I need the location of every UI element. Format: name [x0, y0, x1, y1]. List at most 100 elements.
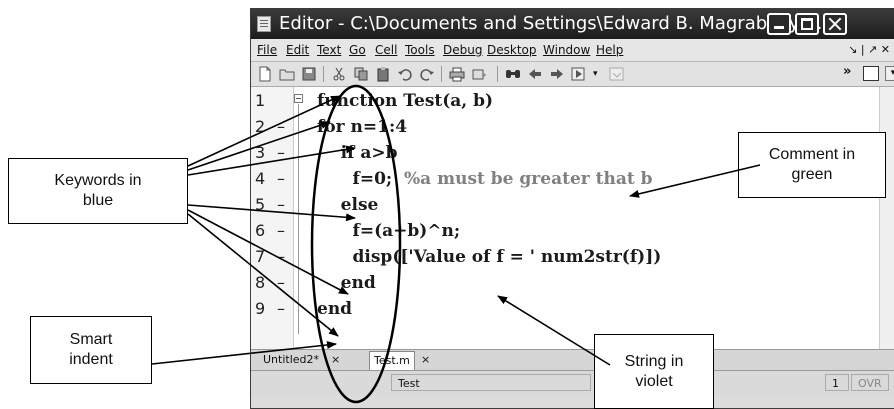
annotation-string: String in violet: [594, 334, 714, 409]
toolbar-separator: [497, 66, 498, 82]
line-number: 8: [255, 273, 266, 292]
code-line: f=0; %a must be greater that b: [317, 169, 653, 189]
code-text: else: [317, 195, 379, 215]
menu-edit[interactable]: Edit: [286, 39, 309, 61]
editor-window: Editor - C:\Documents and Settings\Edwar…: [250, 8, 894, 409]
annotation-line: violet: [635, 372, 673, 390]
code-line: end: [317, 299, 352, 319]
code-fold-toggle[interactable]: [294, 94, 303, 103]
code-editor[interactable]: 1 2 3 4 5 6 7 8 9 – – – – – – – – functi…: [251, 87, 894, 349]
breakpoint-marker[interactable]: –: [277, 247, 285, 266]
line-number: 1: [255, 91, 266, 110]
toolbar: ▾ » ▾: [251, 62, 894, 87]
annotation-smart-indent: Smart indent: [30, 316, 152, 384]
disabled-dropdown-icon: [609, 66, 625, 82]
status-overwrite-mode: OVR: [851, 374, 889, 391]
toolbar-separator: [441, 66, 442, 82]
code-line: end: [317, 273, 376, 293]
print-icon[interactable]: [449, 66, 465, 82]
annotation-line: indent: [69, 351, 113, 368]
menu-tools[interactable]: Tools: [405, 39, 435, 61]
save-icon[interactable]: [301, 66, 317, 82]
vertical-scrollbar[interactable]: [879, 87, 894, 349]
minimize-button[interactable]: [767, 13, 791, 35]
document-tab-bar: Untitled2* × Test.m ×: [251, 349, 894, 370]
breakpoint-marker[interactable]: –: [277, 143, 285, 162]
tools-icon[interactable]: [471, 66, 487, 82]
line-number: 4: [255, 169, 266, 188]
breakpoint-marker[interactable]: –: [277, 195, 285, 214]
forward-icon[interactable]: [549, 66, 565, 82]
editor-app-icon: [257, 16, 271, 32]
annotation-comment: Comment in green: [738, 132, 886, 198]
menu-go[interactable]: Go: [349, 39, 366, 61]
code-line: else: [317, 195, 379, 215]
status-function-name: Test: [391, 374, 591, 391]
menu-window[interactable]: Window: [543, 39, 590, 61]
window-title: Editor - C:\Documents and Settings\Edwar…: [279, 13, 823, 34]
dropdown-arrow-icon[interactable]: ▾: [593, 66, 609, 82]
menu-file[interactable]: File: [257, 39, 277, 61]
menu-help[interactable]: Help: [596, 39, 623, 61]
line-number-gutter: 1 2 3 4 5 6 7 8 9 – – – – – – – –: [251, 87, 294, 349]
find-icon[interactable]: [505, 66, 521, 82]
breakpoint-marker[interactable]: –: [277, 299, 285, 318]
breakpoint-marker[interactable]: –: [277, 117, 285, 136]
status-bar: Test 1 OVR: [251, 370, 894, 395]
line-number: 5: [255, 195, 266, 214]
annotation-line: blue: [82, 192, 114, 209]
menu-debug[interactable]: Debug: [443, 39, 482, 61]
line-number: 2: [255, 117, 266, 136]
menu-desktop[interactable]: Desktop: [487, 39, 537, 61]
code-line: function Test(a, b): [317, 91, 493, 111]
toolbar-overflow-button[interactable]: »: [843, 64, 851, 79]
menu-bar: File Edit Text Go Cell Tools Debug Deskt…: [251, 39, 894, 62]
dock-controls[interactable]: ↘ | ↗ ✕: [848, 39, 890, 61]
code-text: end: [317, 299, 353, 319]
layout-dropdown-button[interactable]: ▾: [885, 66, 894, 81]
tab-untitled2[interactable]: Untitled2*: [259, 351, 323, 369]
status-column: 1: [825, 374, 849, 391]
cut-icon[interactable]: [331, 66, 347, 82]
run-icon[interactable]: [571, 66, 587, 82]
annotation-keywords: Keywords in blue: [8, 158, 188, 224]
code-line: f=(a+b)^n;: [317, 221, 461, 241]
code-text: f=0;: [317, 169, 405, 189]
annotation-line: Comment in: [768, 146, 856, 163]
maximize-button[interactable]: [795, 13, 819, 35]
code-text: end: [317, 273, 376, 293]
back-icon[interactable]: [527, 66, 543, 82]
code-comment: %a must be greater that b: [404, 169, 653, 189]
breakpoint-marker[interactable]: –: [277, 273, 285, 292]
code-line: for n=1:4: [317, 117, 407, 137]
code-text: if a>b: [317, 143, 398, 163]
tab-test-m[interactable]: Test.m: [369, 351, 415, 370]
line-number: 9: [255, 299, 266, 318]
close-tab-icon[interactable]: ×: [421, 351, 430, 369]
redo-icon[interactable]: [419, 66, 435, 82]
new-file-icon[interactable]: [257, 66, 273, 82]
paste-icon[interactable]: [375, 66, 391, 82]
open-file-icon[interactable]: [279, 66, 295, 82]
code-text: disp(['Value of f = ' num2str(f)]): [317, 247, 662, 267]
annotation-line: String in: [624, 352, 684, 370]
line-number: 7: [255, 247, 266, 266]
line-number: 3: [255, 143, 266, 162]
code-line: disp(['Value of f = ' num2str(f)]): [317, 247, 662, 267]
code-text: for n=1:4: [317, 117, 408, 137]
annotation-line: green: [791, 166, 833, 183]
annotation-line: Keywords in: [54, 172, 142, 189]
breakpoint-marker[interactable]: –: [277, 221, 285, 240]
copy-icon[interactable]: [353, 66, 369, 82]
code-text: function Test(a, b): [317, 91, 494, 111]
close-tab-icon[interactable]: ×: [331, 351, 340, 369]
title-bar[interactable]: Editor - C:\Documents and Settings\Edwar…: [251, 9, 894, 39]
menu-text[interactable]: Text: [317, 39, 341, 61]
undo-icon[interactable]: [397, 66, 413, 82]
layout-toggle-button[interactable]: [863, 66, 879, 81]
line-number: 6: [255, 221, 266, 240]
close-button[interactable]: [823, 13, 847, 35]
breakpoint-marker[interactable]: –: [277, 169, 285, 188]
menu-cell[interactable]: Cell: [375, 39, 397, 61]
code-fold-line: [298, 104, 299, 334]
